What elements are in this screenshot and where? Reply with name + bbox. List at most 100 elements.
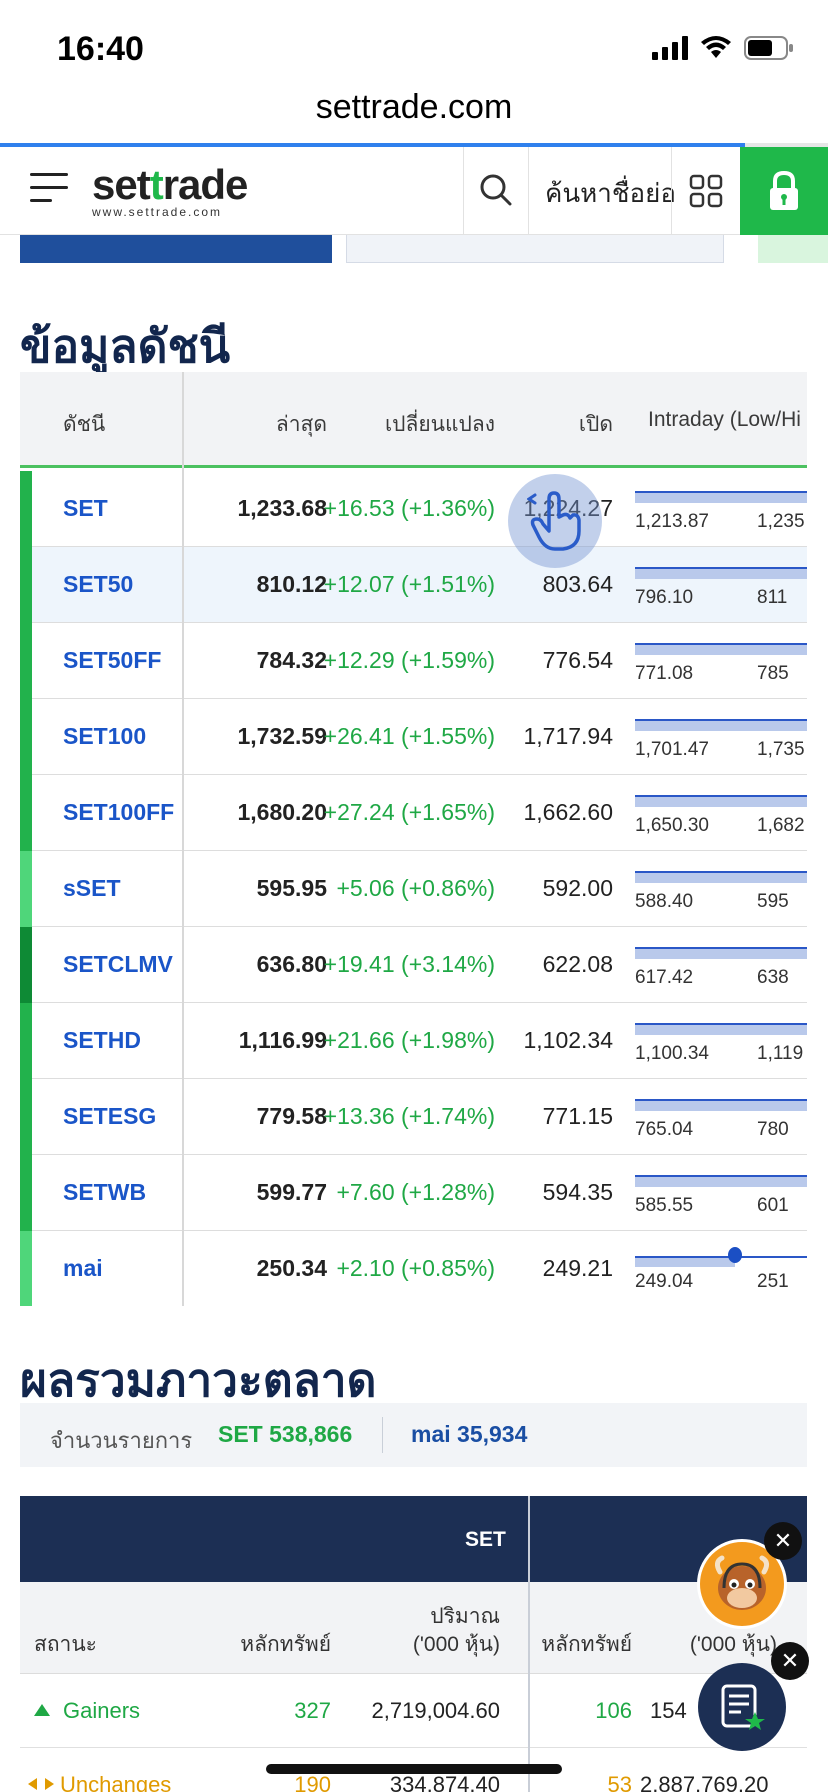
intraday-low: 1,701.47: [635, 739, 709, 760]
set-volume: 334,874.40: [389, 1772, 500, 1792]
header-change: เปลี่ยนแปลง: [384, 413, 495, 436]
set-volume: 2,719,004.60: [371, 1698, 500, 1723]
login-button[interactable]: [740, 147, 828, 235]
market-table-group-header: SET: [20, 1496, 807, 1582]
market-summary-table: SET สถานะ หลักทรัพย์ ปริมาณ ('000 หุ้น) …: [20, 1496, 807, 1792]
index-row[interactable]: sSET 595.95 +5.06 (+0.86%) 592.00 588.40 595: [20, 851, 807, 927]
intraday-high: 1,235: [757, 511, 805, 532]
index-name-link[interactable]: SETCLMV: [63, 951, 173, 978]
index-row[interactable]: SET100FF 1,680.20 +27.24 (+1.65%) 1,662.60 1…: [20, 775, 807, 851]
intraday-low: 585.55: [635, 1195, 694, 1216]
mai-securities-count: 106: [595, 1698, 632, 1723]
header-open: เปิด: [578, 413, 613, 436]
search-icon[interactable]: [479, 173, 513, 207]
intraday-range-bar: [635, 871, 807, 883]
mai-volume: 154: [650, 1698, 687, 1723]
trend-color-bar: [20, 623, 32, 699]
index-row[interactable]: SETCLMV 636.80 +19.41 (+3.14%) 622.08 617.42…: [20, 927, 807, 1003]
market-status-label[interactable]: Gainers: [63, 1698, 140, 1724]
group-set-label: SET: [465, 1528, 506, 1551]
mai-securities-count: 53: [607, 1772, 632, 1792]
set-securities-count: 327: [294, 1698, 331, 1723]
symbol-search-button[interactable]: ค้นหาชื่อย่อ: [545, 173, 676, 214]
index-open: 771.15: [542, 1103, 613, 1129]
status-time: 16:40: [57, 30, 144, 68]
menu-icon[interactable]: [30, 173, 68, 207]
intraday-high: 1,119: [757, 1043, 804, 1064]
tab-active[interactable]: [20, 235, 332, 263]
intraday-range-bar: [635, 1099, 807, 1111]
tab-top-ranking[interactable]: [346, 235, 724, 263]
index-row[interactable]: SETWB 599.77 +7.60 (+1.28%) 594.35 585.55 601: [20, 1155, 807, 1231]
index-change: +13.36 (+1.74%): [323, 1103, 495, 1129]
intraday-high: 251: [757, 1271, 789, 1292]
index-row[interactable]: mai 250.34 +2.10 (+0.85%) 249.21 249.04 251: [20, 1231, 807, 1306]
intraday-high: 780: [757, 1119, 789, 1140]
index-change: +5.06 (+0.86%): [336, 875, 495, 901]
header-divider: [528, 147, 529, 235]
battery-icon: [744, 36, 793, 60]
mai-transaction-count: mai 35,934: [411, 1421, 528, 1447]
market-status-label[interactable]: Unchanges: [60, 1772, 171, 1792]
tab-next[interactable]: [758, 235, 828, 263]
grid-icon[interactable]: [689, 174, 723, 208]
index-name-link[interactable]: SETHD: [63, 1027, 141, 1054]
up-arrow-icon: [34, 1704, 50, 1716]
index-table: ดัชนี ล่าสุด เปลี่ยนแปลง เปิด Intraday (…: [20, 372, 807, 1306]
frozen-column-divider: [182, 372, 184, 1306]
index-last: 250.34: [256, 1255, 327, 1281]
signal-icon: [652, 36, 688, 60]
index-last: 779.58: [256, 1103, 327, 1129]
news-button[interactable]: [698, 1663, 786, 1751]
index-name-link[interactable]: SET50: [63, 571, 133, 598]
intraday-low: 588.40: [635, 891, 694, 912]
intraday-range-bar: [635, 1023, 807, 1035]
intraday-low: 1,213.87: [635, 511, 709, 532]
index-open: 1,102.34: [523, 1027, 613, 1053]
left-right-arrow-icon: [28, 1778, 54, 1790]
logo-text-a: set: [92, 161, 151, 208]
index-open: 1,717.94: [523, 723, 613, 749]
index-change: +12.07 (+1.51%): [323, 571, 495, 597]
index-name-link[interactable]: SET100: [63, 723, 146, 750]
index-name-link[interactable]: SET100FF: [63, 799, 174, 826]
settrade-logo[interactable]: settrade www.settrade.com: [92, 161, 249, 219]
index-change: +19.41 (+3.14%): [323, 951, 495, 977]
ranking-tabs: [0, 235, 828, 263]
index-name-link[interactable]: SET50FF: [63, 647, 161, 674]
close-news-button[interactable]: ✕: [771, 1642, 809, 1680]
index-row[interactable]: SET100 1,732.59 +26.41 (+1.55%) 1,717.94 1,7…: [20, 699, 807, 775]
index-row[interactable]: SETESG 779.58 +13.36 (+1.74%) 771.15 765.04 7…: [20, 1079, 807, 1155]
index-last: 599.77: [256, 1179, 327, 1205]
header-divider: [463, 147, 464, 235]
index-name-link[interactable]: SET: [63, 495, 108, 522]
url-bar[interactable]: settrade.com: [0, 88, 828, 127]
logo-text-b: rade: [162, 161, 249, 208]
index-row[interactable]: SET 1,233.68 +16.53 (+1.36%) 1,224.27 1,213.…: [20, 471, 807, 547]
index-name-link[interactable]: SETWB: [63, 1179, 146, 1206]
intraday-marker: [728, 1247, 742, 1263]
index-row[interactable]: SETHD 1,116.99 +21.66 (+1.98%) 1,102.34 1,10…: [20, 1003, 807, 1079]
index-name-link[interactable]: SETESG: [63, 1103, 156, 1130]
transaction-count-label: จำนวนรายการ: [50, 1428, 193, 1453]
status-icons: [652, 36, 794, 60]
index-row[interactable]: SET50 810.12 +12.07 (+1.51%) 803.64 796.10 81…: [20, 547, 807, 623]
hand-pointer-icon: [527, 491, 581, 551]
intraday-high: 785: [757, 663, 789, 684]
index-name-link[interactable]: sSET: [63, 875, 121, 902]
index-last: 810.12: [256, 571, 327, 597]
index-last: 1,680.20: [237, 799, 327, 825]
index-open: 592.00: [542, 875, 613, 901]
intraday-low: 617.42: [635, 967, 694, 988]
index-table-header: ดัชนี ล่าสุด เปลี่ยนแปลง เปิด Intraday (…: [20, 372, 807, 468]
close-chatbot-button[interactable]: ✕: [764, 1522, 802, 1560]
index-name-link[interactable]: mai: [63, 1255, 103, 1282]
trend-color-bar: [20, 1003, 32, 1079]
market-table-header: สถานะ หลักทรัพย์ ปริมาณ ('000 หุ้น) หลัก…: [20, 1582, 807, 1674]
trend-color-bar: [20, 1231, 32, 1306]
intraday-high: 811: [757, 587, 788, 608]
index-open: 1,662.60: [523, 799, 613, 825]
logo-text-t: t: [149, 161, 164, 208]
index-row[interactable]: SET50FF 784.32 +12.29 (+1.59%) 776.54 771.08…: [20, 623, 807, 699]
wifi-icon: [701, 36, 731, 58]
